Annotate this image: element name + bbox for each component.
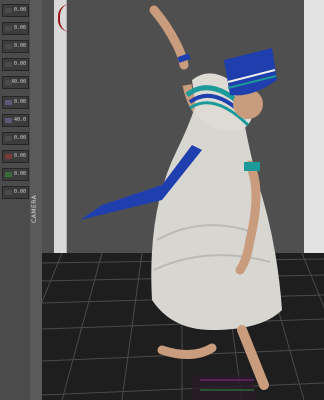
param-value: 40.0 [13,117,26,123]
param-swatch [5,154,12,159]
param-control[interactable]: 0.00 [2,4,29,17]
param-swatch [5,136,12,141]
param-value: 40.00 [10,79,26,85]
param-swatch [5,44,12,49]
param-control[interactable]: 0.00 [2,96,29,109]
param-swatch [5,8,12,13]
param-swatch [5,62,12,67]
param-value: 0.00 [13,171,26,177]
param-value: 0.00 [13,43,26,49]
3d-viewport[interactable] [42,0,324,400]
param-control[interactable]: 0.00 [2,150,29,163]
param-control[interactable]: 0.00 [2,22,29,35]
dancer-figure[interactable] [42,0,324,400]
param-swatch [5,80,12,85]
param-swatch [5,172,12,177]
param-swatch [5,100,12,105]
rail-label: CAMERA [31,194,38,224]
param-control[interactable]: 0.00 [2,186,29,199]
param-control[interactable]: 0.00 [2,40,29,53]
param-control[interactable]: 40.00 [2,76,29,89]
param-value: 0.00 [13,189,26,195]
param-value: 0.00 [13,153,26,159]
param-value: 0.00 [13,99,26,105]
parameter-strip: 0.00 0.00 0.00 0.00 40.00 0.00 40.0 0.00… [0,0,31,400]
param-control[interactable]: 0.00 [2,168,29,181]
param-swatch [5,190,12,195]
param-swatch [5,118,12,123]
param-control[interactable]: 0.00 [2,132,29,145]
param-swatch [5,26,12,31]
param-value: 0.00 [13,25,26,31]
param-control[interactable]: 0.00 [2,58,29,71]
param-value: 0.00 [13,7,26,13]
param-value: 0.00 [13,135,26,141]
param-value: 0.00 [13,61,26,67]
param-control[interactable]: 40.0 [2,114,29,127]
